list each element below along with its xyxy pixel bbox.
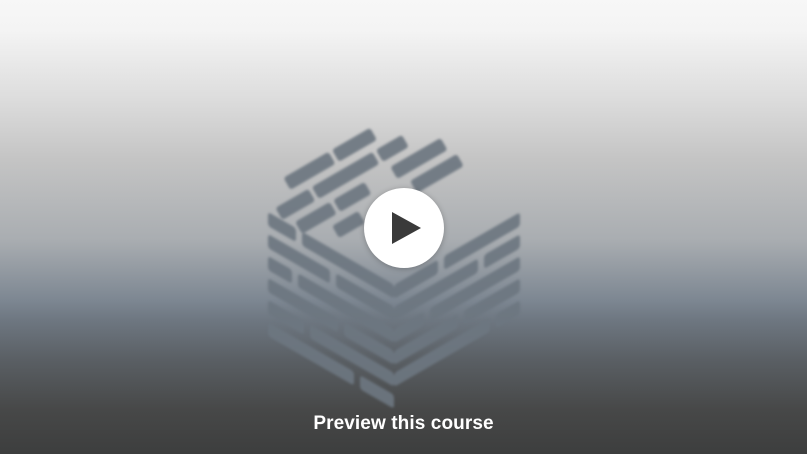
course-preview-video[interactable]: Preview this course: [0, 0, 807, 454]
play-icon: [392, 212, 421, 244]
play-button[interactable]: [364, 188, 444, 268]
preview-course-label[interactable]: Preview this course: [0, 411, 807, 437]
